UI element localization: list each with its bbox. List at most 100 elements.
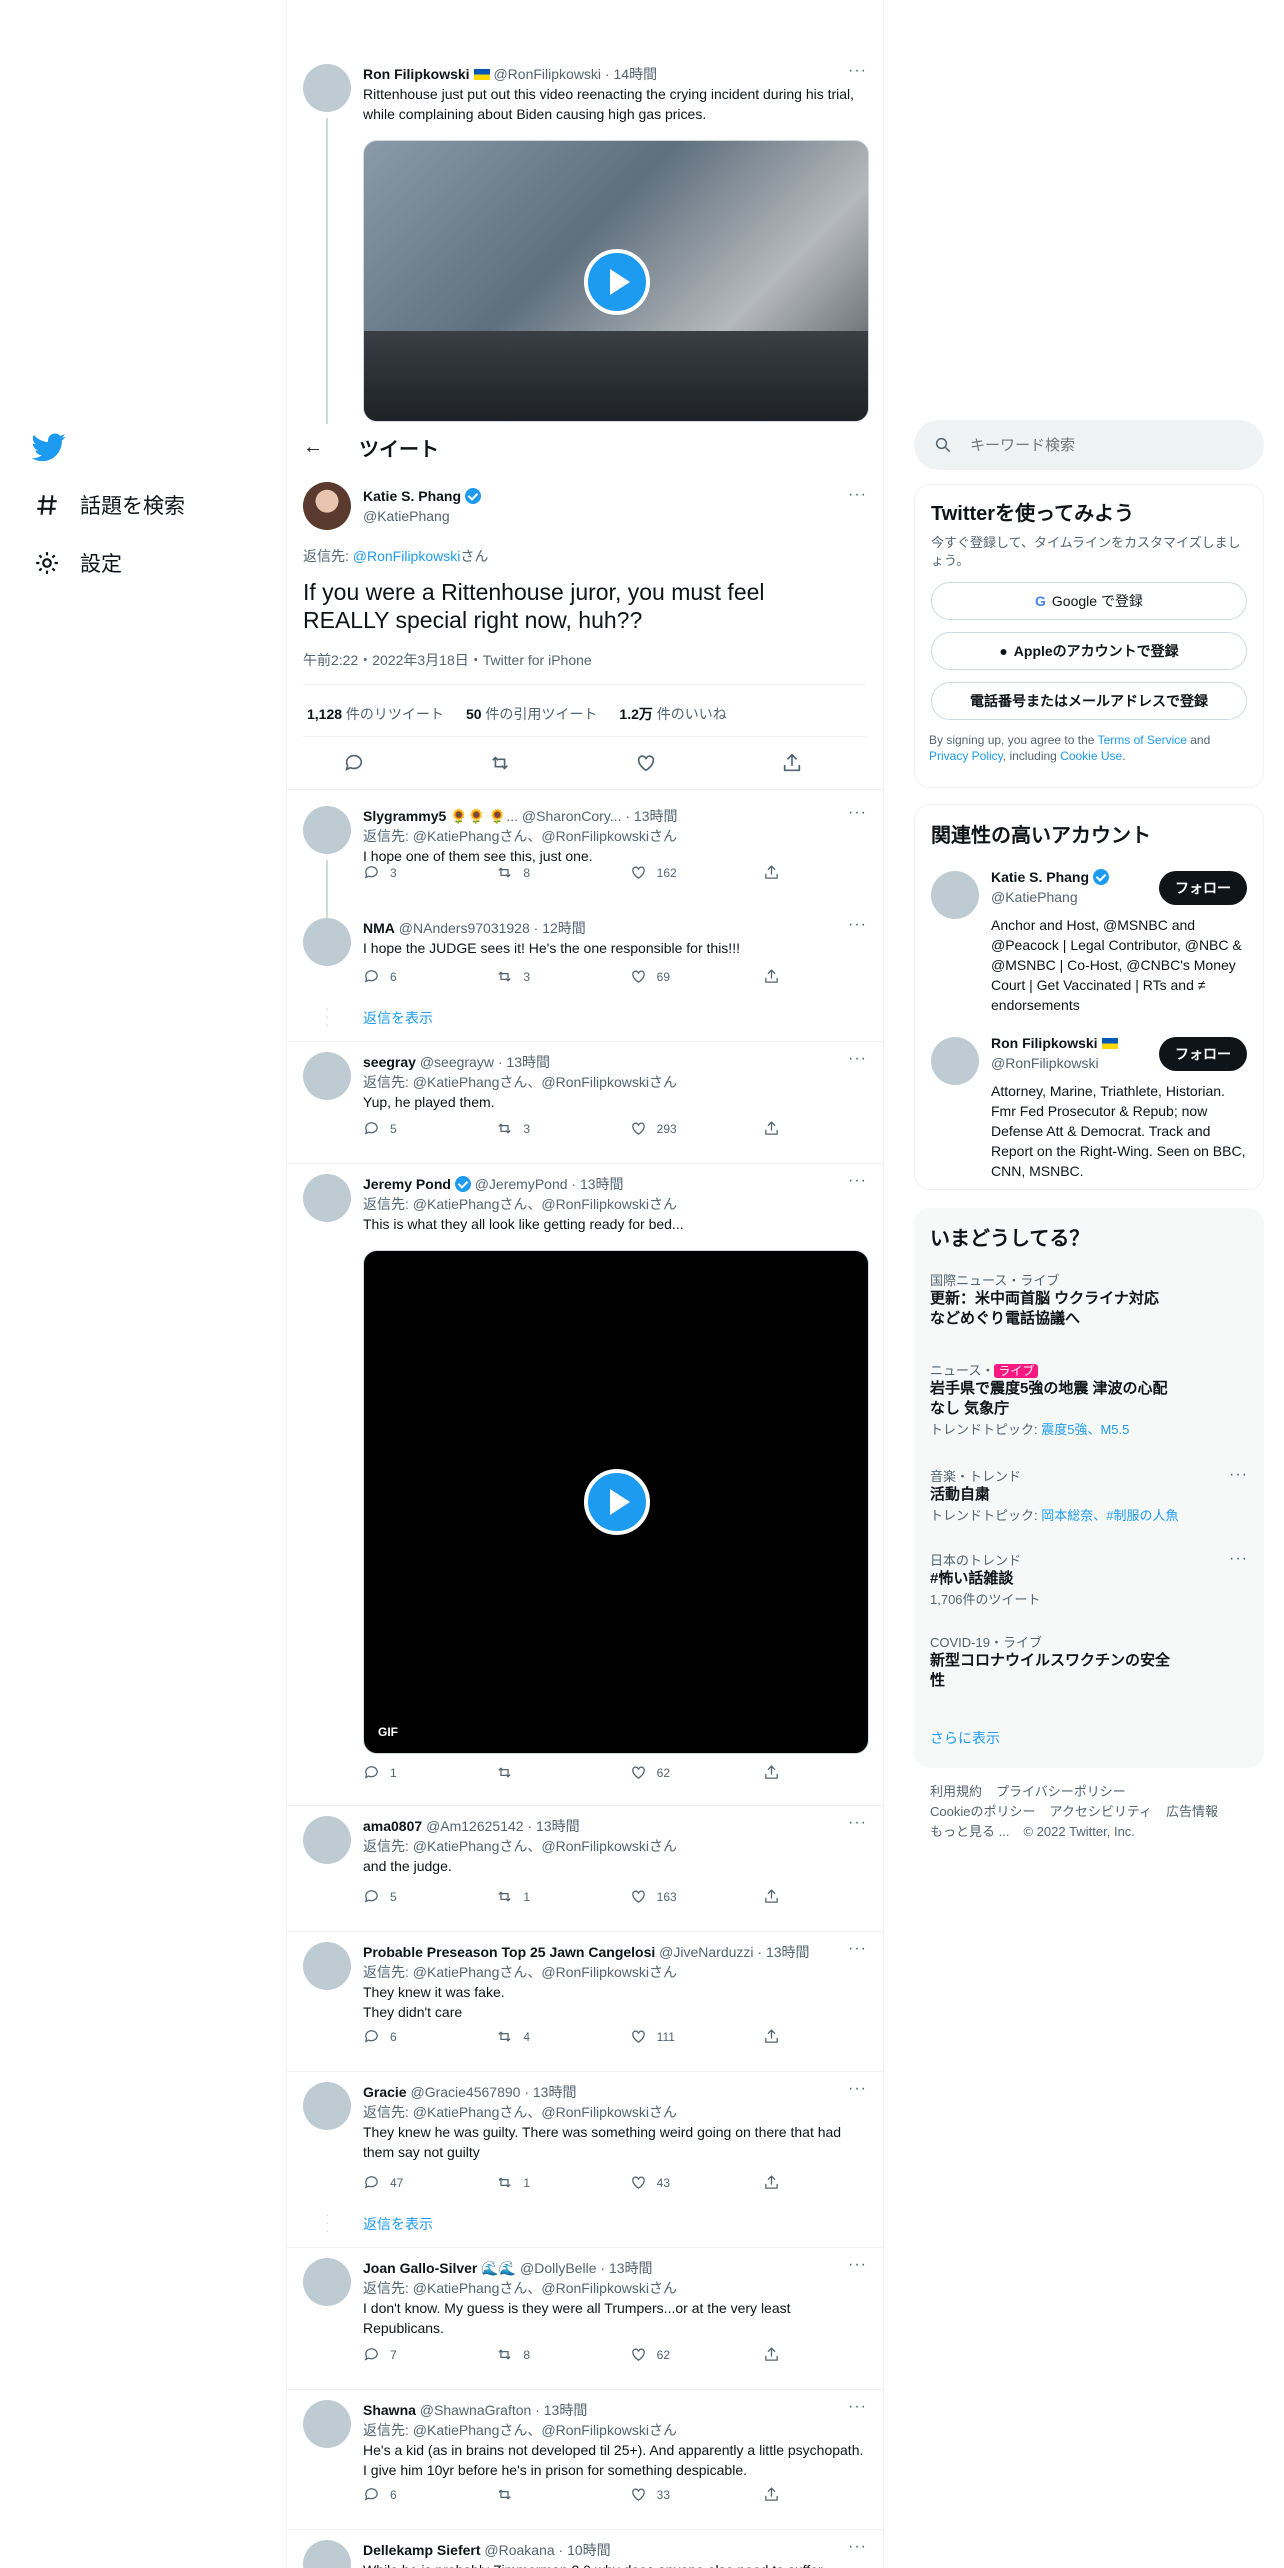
cookie-link[interactable]: Cookie Use — [1060, 749, 1122, 763]
twitter-logo-icon[interactable] — [32, 430, 66, 464]
account-ron[interactable]: Ron Filipkowski @RonFilipkowski フォロー Atto… — [915, 1027, 1263, 1191]
tweet-time[interactable]: 13時間 — [580, 1176, 624, 1192]
author-name[interactable]: Gracie — [363, 2084, 407, 2100]
retweet-button[interactable]: 8 — [496, 864, 566, 881]
footer-accessibility-link[interactable]: アクセシビリティ — [1049, 1804, 1152, 1819]
author-handle[interactable]: @ShawnaGrafton — [420, 2402, 532, 2418]
share-button[interactable] — [763, 2346, 783, 2363]
reply-tweet[interactable]: ··· NMA @NAnders97031928 · 12時間 I hope the… — [287, 908, 883, 1042]
follow-button[interactable]: フォロー — [1159, 871, 1247, 905]
reply-context[interactable]: 返信先: @KatiePhangさん、@RonFilipkowskiさん — [363, 1962, 867, 1982]
like-button[interactable]: 111 — [630, 2028, 700, 2045]
tweet-time[interactable]: 13時間 — [544, 2402, 588, 2418]
reply-button[interactable]: 1 — [363, 1764, 433, 1781]
avatar[interactable] — [303, 1816, 351, 1864]
follow-button[interactable]: フォロー — [1159, 1037, 1247, 1071]
footer-terms-link[interactable]: 利用規約 — [930, 1784, 982, 1799]
avatar[interactable] — [303, 1052, 351, 1100]
share-button[interactable] — [763, 1888, 783, 1905]
trend-item[interactable]: COVID-19・ライブ 新型コロナウイルスワクチンの安全性 — [930, 1632, 1248, 1691]
like-button[interactable]: 162 — [630, 864, 700, 881]
avatar[interactable] — [303, 64, 351, 112]
share-button[interactable] — [763, 864, 783, 881]
reply-tweet[interactable]: ··· Slygrammy5 🌻🌻 🌻... @SharonCory... · 1… — [287, 796, 883, 918]
back-arrow-icon[interactable]: ← — [303, 436, 323, 459]
retweet-button[interactable]: 3 — [496, 1120, 566, 1137]
avatar[interactable] — [303, 806, 351, 854]
author-name[interactable]: Jeremy Pond — [363, 1176, 451, 1192]
share-icon[interactable] — [781, 752, 803, 774]
retweet-button[interactable]: 1 — [496, 2174, 566, 2191]
author-name[interactable]: Joan Gallo-Silver 🌊🌊 — [363, 2260, 516, 2276]
like-button[interactable]: 33 — [630, 2486, 700, 2503]
avatar[interactable] — [303, 2258, 351, 2306]
author-name[interactable]: Ron Filipkowski — [363, 66, 470, 82]
nav-settings[interactable]: 設定 — [34, 548, 122, 578]
gif-media[interactable]: GIF — [363, 1250, 869, 1754]
author-handle[interactable]: @KatiePhang — [363, 506, 481, 526]
footer-ads-link[interactable]: 広告情報 — [1166, 1804, 1218, 1819]
retweet-button[interactable]: 1 — [496, 1888, 566, 1905]
show-replies-link[interactable]: 返信を表示 — [363, 2214, 433, 2234]
more-options-icon[interactable]: ··· — [848, 62, 867, 80]
trend-item[interactable]: 音楽・トレンド 活動自粛 トレンドトピック: 岡本総奈、#制服の人魚 ··· — [930, 1466, 1248, 1524]
author-handle[interactable]: @RonFilipkowski — [493, 66, 601, 82]
reply-context[interactable]: 返信先: @KatiePhangさん、@RonFilipkowskiさん — [363, 826, 867, 846]
trend-item[interactable]: 国際ニュース・ライブ 更新：米中両首脳 ウクライナ対応などめぐり電話協議へ — [930, 1270, 1248, 1329]
tweet-time[interactable]: 13時間 — [634, 808, 678, 824]
reply-icon[interactable] — [343, 752, 365, 774]
tweet-meta[interactable]: 午前2:22・2022年3月18日・Twitter for iPhone — [303, 650, 592, 670]
tweet-time[interactable]: 13時間 — [766, 1944, 810, 1960]
reply-button[interactable]: 47 — [363, 2174, 433, 2191]
footer-privacy-link[interactable]: プライバシーポリシー — [996, 1784, 1126, 1799]
nav-explore[interactable]: 話題を検索 — [34, 490, 185, 520]
search-input[interactable] — [970, 436, 1230, 454]
author-name[interactable]: ama0807 — [363, 1818, 422, 1834]
tweet-time[interactable]: 10時間 — [567, 2542, 611, 2558]
avatar[interactable] — [303, 2540, 351, 2568]
reply-tweet[interactable]: ··· Gracie @Gracie4567890 · 13時間 返信先: @Kat… — [287, 2072, 883, 2248]
reply-mention-link[interactable]: @RonFilipkowski — [353, 548, 461, 564]
avatar[interactable] — [303, 2400, 351, 2448]
reply-button[interactable]: 5 — [363, 1120, 433, 1137]
retweet-icon[interactable] — [489, 752, 511, 774]
footer-cookie-link[interactable]: Cookieのポリシー — [930, 1804, 1035, 1819]
tweet-time[interactable]: 13時間 — [506, 1054, 550, 1070]
author-name[interactable]: Probable Preseason Top 25 Jawn Cangelosi — [363, 1944, 655, 1960]
avatar[interactable] — [303, 482, 351, 530]
privacy-link[interactable]: Privacy Policy — [929, 749, 1003, 763]
retweet-button[interactable] — [496, 1764, 566, 1781]
author-handle[interactable]: @JiveNarduzzi — [659, 1944, 753, 1960]
video-thumbnail[interactable] — [363, 140, 869, 422]
reply-context[interactable]: 返信先: @KatiePhangさん、@RonFilipkowskiさん — [363, 1836, 867, 1856]
reply-context[interactable]: 返信先: @KatiePhangさん、@RonFilipkowskiさん — [363, 2278, 867, 2298]
reply-button[interactable]: 7 — [363, 2346, 433, 2363]
avatar[interactable] — [931, 1037, 979, 1085]
like-button[interactable]: 62 — [630, 2346, 700, 2363]
more-options-icon[interactable]: ··· — [848, 486, 867, 504]
author-name[interactable]: Slygrammy5 🌻🌻 — [363, 808, 485, 824]
show-more-trends-link[interactable]: さらに表示 — [930, 1728, 1000, 1748]
reply-button[interactable]: 6 — [363, 968, 433, 985]
more-options-icon[interactable]: ··· — [1229, 1466, 1248, 1484]
play-gif-button[interactable] — [584, 1469, 650, 1535]
quotes-stat[interactable]: 50 件の引用ツイート — [466, 704, 597, 724]
avatar[interactable] — [303, 1942, 351, 1990]
tweet-time[interactable]: 12時間 — [542, 920, 586, 936]
tweet-time[interactable]: 13時間 — [609, 2260, 653, 2276]
share-button[interactable] — [763, 1120, 783, 1137]
author-name[interactable]: Dellekamp Siefert — [363, 2542, 481, 2558]
avatar[interactable] — [303, 2082, 351, 2130]
share-button[interactable] — [763, 2028, 783, 2045]
retweet-button[interactable]: 4 — [496, 2028, 566, 2045]
google-signup-button[interactable]: G Google で登録 — [931, 582, 1247, 620]
retweet-button[interactable] — [496, 2486, 566, 2503]
like-button[interactable]: 293 — [630, 1120, 700, 1137]
retweet-button[interactable]: 3 — [496, 968, 566, 985]
trend-item[interactable]: ニュース・ ライブ 岩手県で震度5強の地震 津波の心配なし 気象庁 トレンドトピッ… — [930, 1360, 1248, 1438]
author-name[interactable]: NMA — [363, 920, 395, 936]
like-button[interactable]: 43 — [630, 2174, 700, 2191]
reply-context[interactable]: 返信先: @KatiePhangさん、@RonFilipkowskiさん — [363, 2420, 867, 2440]
avatar[interactable] — [303, 918, 351, 966]
author-handle[interactable]: @NAnders97031928 — [399, 920, 530, 936]
